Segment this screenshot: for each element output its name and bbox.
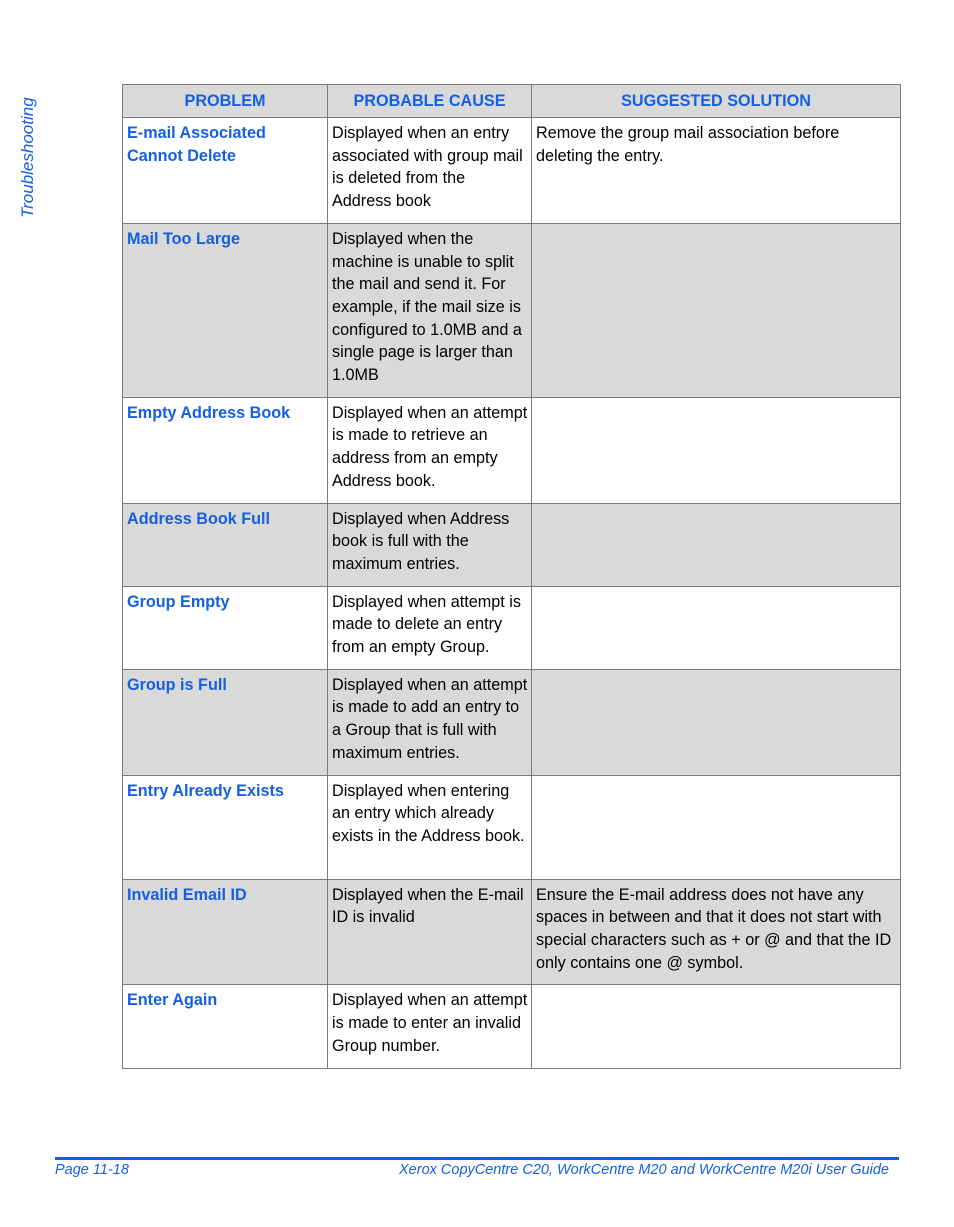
solution-cell (531, 222, 901, 398)
problem-cell: Invalid Email ID (122, 878, 328, 986)
guide-title: Xerox CopyCentre C20, WorkCentre M20 and… (399, 1162, 889, 1178)
table-row: Mail Too Large Displayed when the machin… (122, 222, 901, 398)
problem-cell: Enter Again (122, 984, 328, 1069)
cause-cell: Displayed when an attempt is made to ret… (327, 396, 532, 504)
cause-cell: Displayed when the machine is unable to … (327, 222, 532, 398)
table-header-row: PROBLEM PROBABLE CAUSE SUGGESTED SOLUTIO… (122, 84, 901, 118)
table-row: Invalid Email ID Displayed when the E-ma… (122, 878, 901, 986)
table-row: Empty Address Book Displayed when an att… (122, 396, 901, 504)
header-probable-cause: PROBABLE CAUSE (327, 84, 532, 118)
cause-cell: Displayed when an entry associated with … (327, 117, 532, 224)
solution-cell (531, 774, 901, 880)
problem-cell: Group Empty (122, 585, 328, 670)
troubleshooting-table: PROBLEM PROBABLE CAUSE SUGGESTED SOLUTIO… (122, 84, 901, 1069)
cause-cell: Displayed when entering an entry which a… (327, 774, 532, 880)
cause-cell: Displayed when an attempt is made to add… (327, 668, 532, 776)
table-row: Group is Full Displayed when an attempt … (122, 668, 901, 776)
table-row: Enter Again Displayed when an attempt is… (122, 984, 901, 1069)
solution-cell (531, 984, 901, 1069)
cause-cell: Displayed when an attempt is made to ent… (327, 984, 532, 1069)
table-row: Address Book Full Displayed when Address… (122, 502, 901, 587)
problem-cell: Mail Too Large (122, 222, 328, 398)
section-side-tab: Troubleshooting (16, 82, 40, 222)
section-side-tab-label: Troubleshooting (18, 97, 37, 218)
solution-cell (531, 502, 901, 587)
table-row: E-mail Associated Cannot Delete Displaye… (122, 117, 901, 224)
solution-cell (531, 668, 901, 776)
problem-cell: Address Book Full (122, 502, 328, 587)
page-number: Page 11-18 (55, 1162, 129, 1178)
problem-cell: Entry Already Exists (122, 774, 328, 880)
problem-cell: Group is Full (122, 668, 328, 776)
footer-divider (55, 1157, 899, 1160)
cause-cell: Displayed when Address book is full with… (327, 502, 532, 587)
solution-cell (531, 396, 901, 504)
table-row: Group Empty Displayed when attempt is ma… (122, 585, 901, 670)
problem-cell: Empty Address Book (122, 396, 328, 504)
table-row: Entry Already Exists Displayed when ente… (122, 774, 901, 880)
solution-cell: Ensure the E-mail address does not have … (531, 878, 901, 986)
cause-cell: Displayed when attempt is made to delete… (327, 585, 532, 670)
header-problem: PROBLEM (122, 84, 328, 118)
cause-cell: Displayed when the E-mail ID is invalid (327, 878, 532, 986)
solution-cell (531, 585, 901, 670)
problem-cell: E-mail Associated Cannot Delete (122, 117, 328, 224)
solution-cell: Remove the group mail association before… (531, 117, 901, 224)
header-suggested-solution: SUGGESTED SOLUTION (531, 84, 901, 118)
